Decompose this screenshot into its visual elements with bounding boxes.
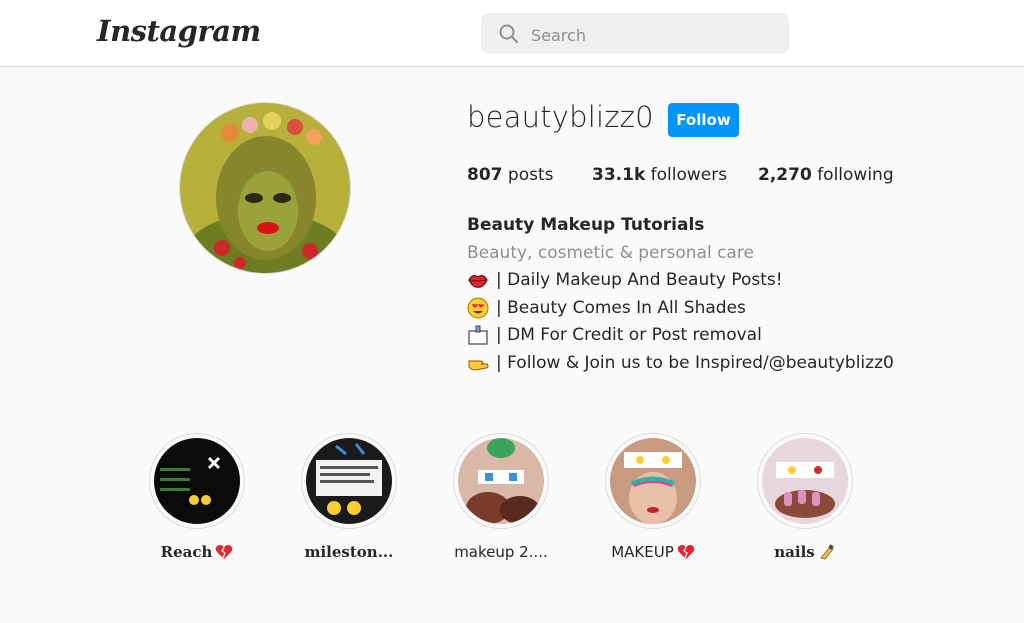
search-icon — [499, 24, 518, 43]
followers-count: 33.1k — [592, 165, 646, 185]
following-stat[interactable]: 2,270 following — [758, 165, 894, 185]
envelope-icon — [468, 325, 488, 345]
bio-line-text: | DM For Credit or Post removal — [496, 325, 762, 345]
profile-avatar[interactable] — [179, 102, 351, 274]
follow-button[interactable]: Follow — [668, 103, 739, 137]
bio-line-text: | Daily Makeup And Beauty Posts! — [496, 270, 783, 290]
highlight-label: Reach — [137, 543, 257, 561]
broken-heart-icon — [677, 545, 695, 559]
highlight-ring[interactable] — [301, 433, 397, 529]
nail-polish-icon — [820, 544, 834, 560]
bio-category: Beauty, cosmetic & personal care — [467, 243, 754, 263]
bio-line-text: | Beauty Comes In All Shades — [496, 298, 746, 318]
bio-line: | DM For Credit or Post removal — [467, 324, 762, 346]
top-navigation-bar: Instagram — [0, 0, 1024, 67]
bio-line: | Beauty Comes In All Shades — [467, 297, 746, 319]
profile-username: beautyblizz0 — [467, 100, 654, 134]
highlight-reach[interactable]: Reach — [137, 433, 257, 561]
posts-count: 807 — [467, 165, 503, 185]
bio-line: | Follow & Join us to be Inspired/@beaut… — [467, 352, 894, 374]
highlight-milestone[interactable]: mileston... — [289, 433, 409, 561]
highlight-makeup-2[interactable]: makeup 2.... — [441, 433, 561, 561]
search-input[interactable] — [529, 22, 773, 48]
posts-stat[interactable]: 807 posts — [467, 165, 553, 185]
broken-heart-icon — [216, 545, 233, 559]
bio-display-name: Beauty Makeup Tutorials — [467, 215, 705, 235]
highlight-label: nails — [745, 543, 865, 561]
bio-line: | Daily Makeup And Beauty Posts! — [467, 269, 783, 291]
following-label: following — [817, 165, 894, 185]
highlight-ring[interactable] — [605, 433, 701, 529]
bio-line-text: | Follow & Join us to be Inspired/@beaut… — [496, 353, 894, 373]
highlight-makeup[interactable]: MAKEUP — [593, 433, 713, 561]
search-box[interactable] — [481, 13, 789, 54]
instagram-logo[interactable]: Instagram — [97, 14, 261, 48]
followers-label: followers — [650, 165, 728, 185]
highlight-nails[interactable]: nails — [745, 433, 865, 561]
followers-stat[interactable]: 33.1k followers — [592, 165, 727, 185]
heart-eyes-icon — [467, 297, 489, 319]
lips-icon — [468, 274, 488, 288]
highlight-label: mileston... — [304, 543, 394, 561]
following-count: 2,270 — [758, 165, 812, 185]
highlight-ring[interactable] — [757, 433, 853, 529]
highlight-ring[interactable] — [149, 433, 245, 529]
highlight-label: makeup 2.... — [454, 543, 548, 561]
highlight-ring[interactable] — [453, 433, 549, 529]
highlight-label: MAKEUP — [593, 543, 713, 561]
pointing-hand-icon — [468, 360, 489, 371]
posts-label: posts — [507, 165, 554, 185]
